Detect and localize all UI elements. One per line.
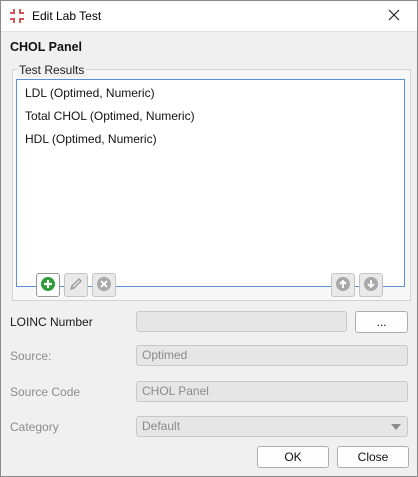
- move-up-button[interactable]: [331, 273, 355, 297]
- source-field: Optimed: [136, 345, 408, 366]
- list-item[interactable]: Total CHOL (Optimed, Numeric): [25, 109, 195, 123]
- edit-test-button[interactable]: [64, 273, 88, 297]
- remove-test-button[interactable]: [92, 273, 116, 297]
- arrow-down-icon: [363, 276, 379, 295]
- source-label: Source:: [10, 349, 52, 363]
- ok-button[interactable]: OK: [257, 446, 329, 468]
- test-results-legend: Test Results: [17, 63, 87, 77]
- category-label: Category: [10, 420, 59, 434]
- pencil-icon: [68, 276, 84, 295]
- window-title: Edit Lab Test: [32, 9, 102, 23]
- close-button[interactable]: Close: [337, 446, 409, 468]
- source-code-field: CHOL Panel: [136, 381, 408, 402]
- close-window-button[interactable]: [371, 1, 417, 31]
- medical-cross-icon: [9, 8, 25, 24]
- loinc-number-field: [136, 311, 347, 332]
- source-code-label: Source Code: [10, 385, 81, 399]
- edit-lab-test-dialog: Edit Lab Test CHOL Panel Test Results LD…: [0, 0, 418, 477]
- category-dropdown: Default: [136, 416, 408, 437]
- close-icon: [388, 9, 400, 24]
- add-icon: [40, 276, 56, 295]
- move-down-button[interactable]: [359, 273, 383, 297]
- remove-icon: [96, 276, 112, 295]
- list-item[interactable]: LDL (Optimed, Numeric): [25, 86, 155, 100]
- panel-heading: CHOL Panel: [10, 40, 83, 54]
- arrow-up-icon: [335, 276, 351, 295]
- loinc-browse-button[interactable]: ...: [355, 311, 408, 333]
- chevron-down-icon: [391, 424, 401, 430]
- add-test-button[interactable]: [36, 273, 60, 297]
- category-value: Default: [142, 419, 181, 433]
- test-results-list[interactable]: LDL (Optimed, Numeric) Total CHOL (Optim…: [16, 79, 405, 287]
- loinc-number-label: LOINC Number: [10, 315, 93, 329]
- list-item[interactable]: HDL (Optimed, Numeric): [25, 132, 157, 146]
- title-bar: Edit Lab Test: [1, 1, 417, 32]
